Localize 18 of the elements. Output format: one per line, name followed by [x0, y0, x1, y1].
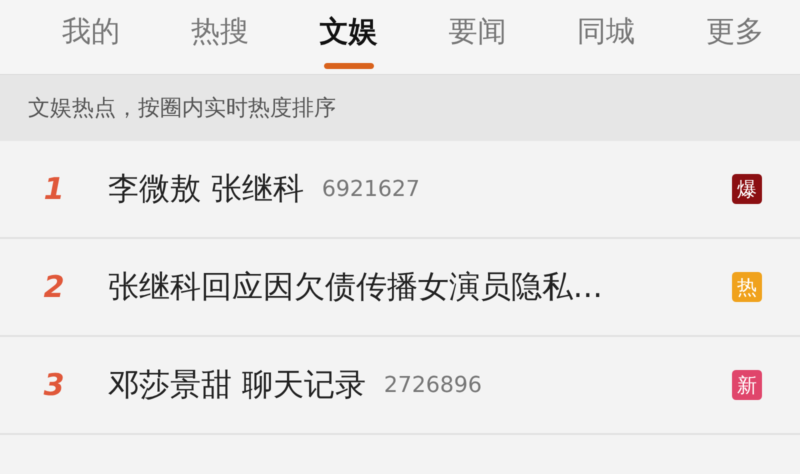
rank-number: 2	[42, 270, 66, 304]
rank-number: 3	[42, 368, 66, 402]
tab[interactable]: 我的	[60, 0, 122, 74]
heat-count: 2726896	[384, 372, 482, 398]
trending-title: 邓莎景甜 聊天记录	[108, 366, 366, 405]
section-caption: 文娱热点，按圈内实时热度排序	[28, 95, 336, 123]
tab[interactable]: 热搜	[188, 0, 251, 74]
tab[interactable]: 同城	[575, 0, 638, 74]
status-tag: 新	[732, 370, 762, 400]
status-tag: 热	[732, 272, 762, 302]
heat-count: 6921627	[322, 176, 420, 202]
trending-title: 李微敖 张继科	[108, 170, 304, 209]
trending-title: 张继科回应因欠债传播女演员隐私...	[108, 268, 603, 307]
rank-number: 1	[42, 172, 66, 206]
tab[interactable]: 文娱	[318, 0, 380, 74]
tab[interactable]: 更多	[704, 0, 766, 74]
status-tag: 爆	[732, 174, 762, 204]
tab[interactable]: 要闻	[446, 0, 508, 74]
